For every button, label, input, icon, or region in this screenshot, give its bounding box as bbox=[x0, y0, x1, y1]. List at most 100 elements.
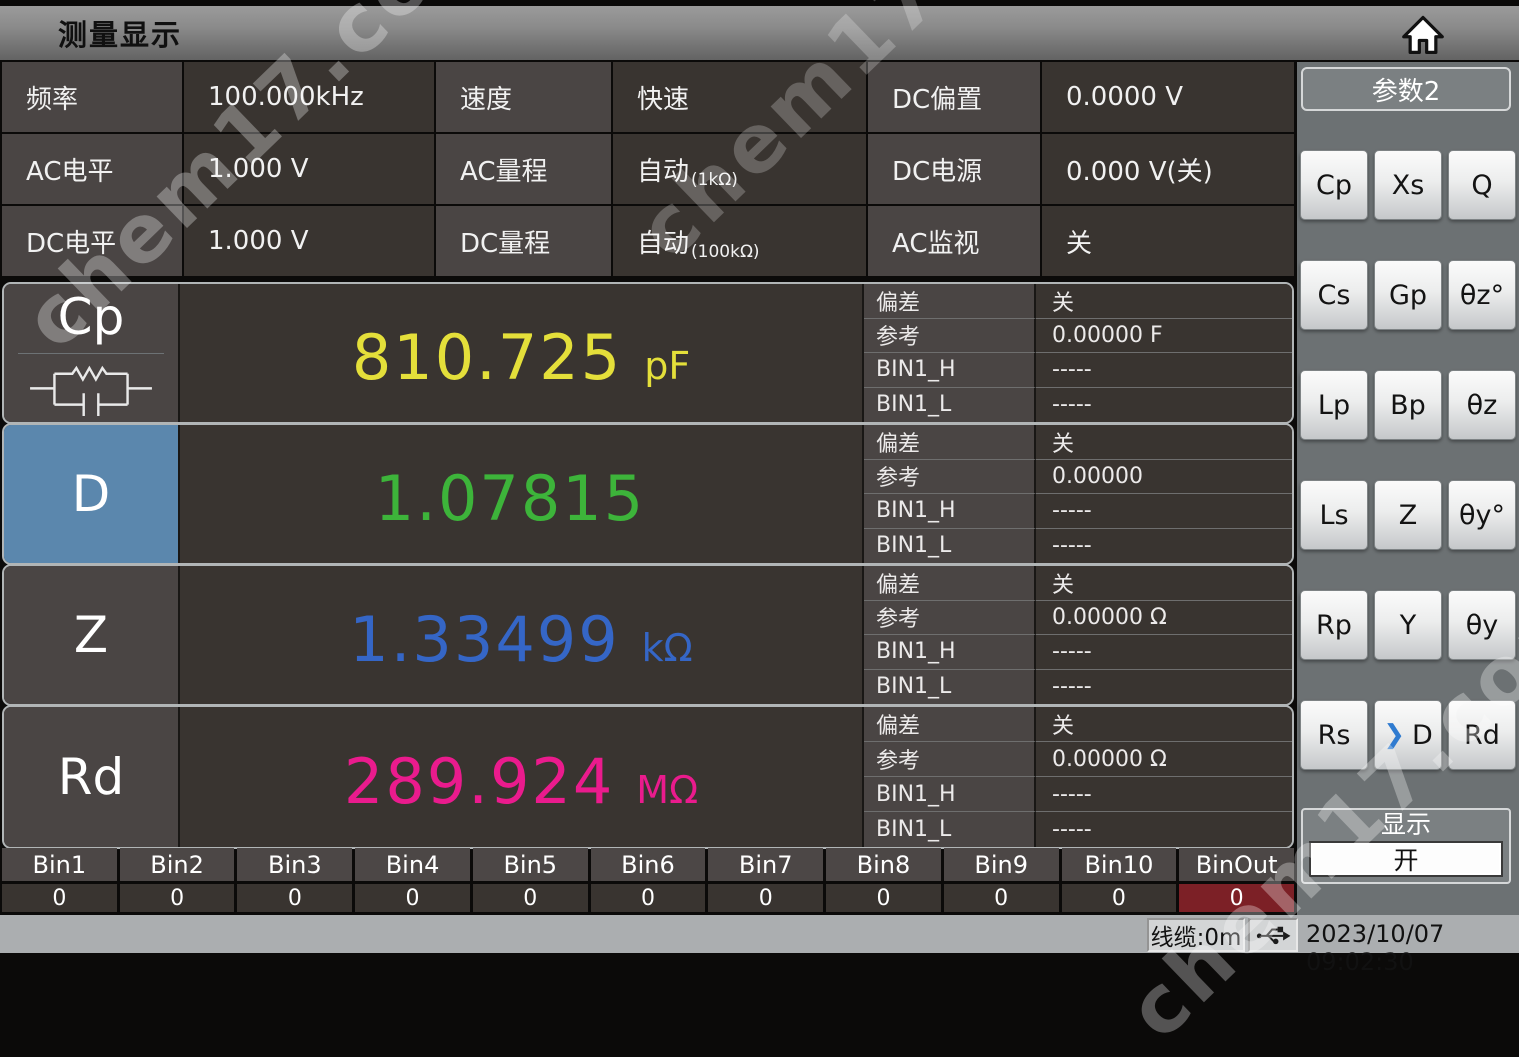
param-label-dc-level: DC电平 bbox=[2, 206, 182, 276]
reference-label: 参考 bbox=[864, 460, 1036, 495]
bin-count: 0 bbox=[944, 884, 1059, 912]
param-button-gp[interactable]: Gp bbox=[1374, 260, 1442, 330]
param-value-text: 快速 bbox=[637, 79, 689, 116]
deviation-label: 偏差 bbox=[864, 425, 1036, 460]
measurement-param-button-cp[interactable]: Cp bbox=[4, 284, 180, 422]
bin1-high-label: BIN1_H bbox=[864, 353, 1036, 388]
bin-header: Bin8 bbox=[826, 848, 941, 881]
measurement-value-rd: 289.924 MΩ bbox=[180, 737, 862, 818]
param-value-frequency[interactable]: 100.000kHz bbox=[184, 62, 434, 132]
measurement-number: 810.725 bbox=[352, 321, 622, 394]
param-button-thetaz[interactable]: θz bbox=[1448, 370, 1516, 440]
measurement-subtable: 偏差 关 参考 0.00000 Ω BIN1_H ----- BIN1_L --… bbox=[862, 566, 1292, 704]
bin-header: Bin10 bbox=[1062, 848, 1177, 881]
param-button-lp[interactable]: Lp bbox=[1300, 370, 1368, 440]
param-button-row: Lp Bp θz bbox=[1300, 370, 1516, 440]
bin-count: 0 bbox=[1062, 884, 1177, 912]
param-value-ac-level[interactable]: 1.000 V bbox=[184, 134, 434, 204]
param-button-y[interactable]: Y bbox=[1374, 590, 1442, 660]
measurement-unit: MΩ bbox=[636, 768, 698, 812]
bin-count: 0 bbox=[355, 884, 470, 912]
param-name: D bbox=[72, 467, 111, 522]
param-button-row: Rs ❯ D Rd bbox=[1300, 700, 1516, 770]
param-button-bp[interactable]: Bp bbox=[1374, 370, 1442, 440]
reference-value: 0.00000 F bbox=[1036, 319, 1292, 354]
bin-header: Bin4 bbox=[355, 848, 470, 881]
param-value-ac-monitor[interactable]: 关 bbox=[1042, 206, 1294, 276]
bin1-low-label: BIN1_L bbox=[864, 529, 1036, 564]
param-value-text: 自动 bbox=[637, 151, 689, 188]
param-button-row: Cp Xs Q bbox=[1300, 150, 1516, 220]
bin1-high-value: ----- bbox=[1036, 635, 1292, 670]
measurement-number: 289.924 bbox=[344, 745, 614, 818]
param-button-d-selected[interactable]: ❯ D bbox=[1374, 700, 1442, 770]
param-label-dc-bias: DC偏置 bbox=[868, 62, 1040, 132]
reference-value: 0.00000 Ω bbox=[1036, 742, 1292, 777]
bin1-low-value: ----- bbox=[1036, 812, 1292, 847]
param-button-rd[interactable]: Rd bbox=[1448, 700, 1516, 770]
bin1-low-value: ----- bbox=[1036, 388, 1292, 423]
display-on-button[interactable]: 开 bbox=[1309, 841, 1503, 877]
measurement-number: 1.07815 bbox=[375, 462, 645, 535]
bin-header: Bin5 bbox=[473, 848, 588, 881]
param-button-thetay[interactable]: θy bbox=[1448, 590, 1516, 660]
param-button-rp[interactable]: Rp bbox=[1300, 590, 1368, 660]
param-value-dc-bias[interactable]: 0.0000 V bbox=[1042, 62, 1294, 132]
deviation-value: 关 bbox=[1036, 707, 1292, 742]
measurement-param-button-d[interactable]: D bbox=[4, 425, 180, 563]
deviation-label: 偏差 bbox=[864, 284, 1036, 319]
measurement-unit: kΩ bbox=[642, 626, 693, 670]
bin1-low-value: ----- bbox=[1036, 670, 1292, 705]
usb-icon bbox=[1254, 924, 1292, 946]
param-button-z[interactable]: Z bbox=[1374, 480, 1442, 550]
param-label-speed: 速度 bbox=[436, 62, 611, 132]
bin1-high-label: BIN1_H bbox=[864, 635, 1036, 670]
param-button-q[interactable]: Q bbox=[1448, 150, 1516, 220]
param-value-ac-range[interactable]: 自动(1kΩ) bbox=[613, 134, 866, 204]
measurement-subtable: 偏差 关 参考 0.00000 F BIN1_H ----- BIN1_L --… bbox=[862, 284, 1292, 422]
param-value-text: 1.000 V bbox=[208, 226, 308, 256]
reference-value: 0.00000 Ω bbox=[1036, 601, 1292, 636]
home-button[interactable] bbox=[1401, 12, 1445, 56]
bin-count: 0 bbox=[826, 884, 941, 912]
bin-count: 0 bbox=[708, 884, 823, 912]
param-button-rs[interactable]: Rs bbox=[1300, 700, 1368, 770]
reference-value: 0.00000 bbox=[1036, 460, 1292, 495]
bin1-low-label: BIN1_L bbox=[864, 388, 1036, 423]
param-button-ls[interactable]: Ls bbox=[1300, 480, 1368, 550]
param-button-cs[interactable]: Cs bbox=[1300, 260, 1368, 330]
measurement-param-button-rd[interactable]: Rd bbox=[4, 707, 180, 847]
bin1-high-label: BIN1_H bbox=[864, 494, 1036, 529]
display-panel: 显示 开 bbox=[1301, 808, 1511, 884]
param-label-ac-level: AC电平 bbox=[2, 134, 182, 204]
param-value-dc-source[interactable]: 0.000 V(关) bbox=[1042, 134, 1294, 204]
reference-label: 参考 bbox=[864, 319, 1036, 354]
param-button-xs[interactable]: Xs bbox=[1374, 150, 1442, 220]
measurement-row-d: D 1.07815 偏差 关 参考 0.00000 BIN1_H ----- B… bbox=[2, 423, 1294, 565]
deviation-value: 关 bbox=[1036, 284, 1292, 319]
param-name: Z bbox=[74, 608, 108, 663]
param-label-frequency: 频率 bbox=[2, 62, 182, 132]
bin-count: 0 bbox=[120, 884, 235, 912]
param-value-dc-level[interactable]: 1.000 V bbox=[184, 206, 434, 276]
sidebar-parameter2: 参数2 Cp Xs Q Cs Gp θz° Lp Bp θz Ls Z θy° … bbox=[1297, 62, 1519, 915]
measurement-row-z: Z 1.33499 kΩ 偏差 关 参考 0.00000 Ω BIN1_H --… bbox=[2, 564, 1294, 706]
measurement-value-cp: 810.725 pF bbox=[180, 313, 862, 394]
selected-marker-icon: ❯ bbox=[1383, 720, 1405, 750]
bin-count: 0 bbox=[591, 884, 706, 912]
param-value-dc-range[interactable]: 自动(100kΩ) bbox=[613, 206, 866, 276]
param-button-thetaz-deg[interactable]: θz° bbox=[1448, 260, 1516, 330]
reference-label: 参考 bbox=[864, 601, 1036, 636]
param-button-row: Ls Z θy° bbox=[1300, 480, 1516, 550]
bin-header: Bin7 bbox=[708, 848, 823, 881]
param-value-sub: (100kΩ) bbox=[691, 242, 760, 262]
page-title: 测量显示 bbox=[0, 12, 182, 54]
measurement-param-button-z[interactable]: Z bbox=[4, 566, 180, 704]
usb-indicator bbox=[1248, 918, 1298, 952]
param-value-speed[interactable]: 快速 bbox=[613, 62, 866, 132]
parallel-rc-circuit-icon bbox=[16, 364, 166, 416]
bin1-low-value: ----- bbox=[1036, 529, 1292, 564]
param-button-thetay-deg[interactable]: θy° bbox=[1448, 480, 1516, 550]
param-button-cp[interactable]: Cp bbox=[1300, 150, 1368, 220]
bin-count: 0 bbox=[2, 884, 117, 912]
